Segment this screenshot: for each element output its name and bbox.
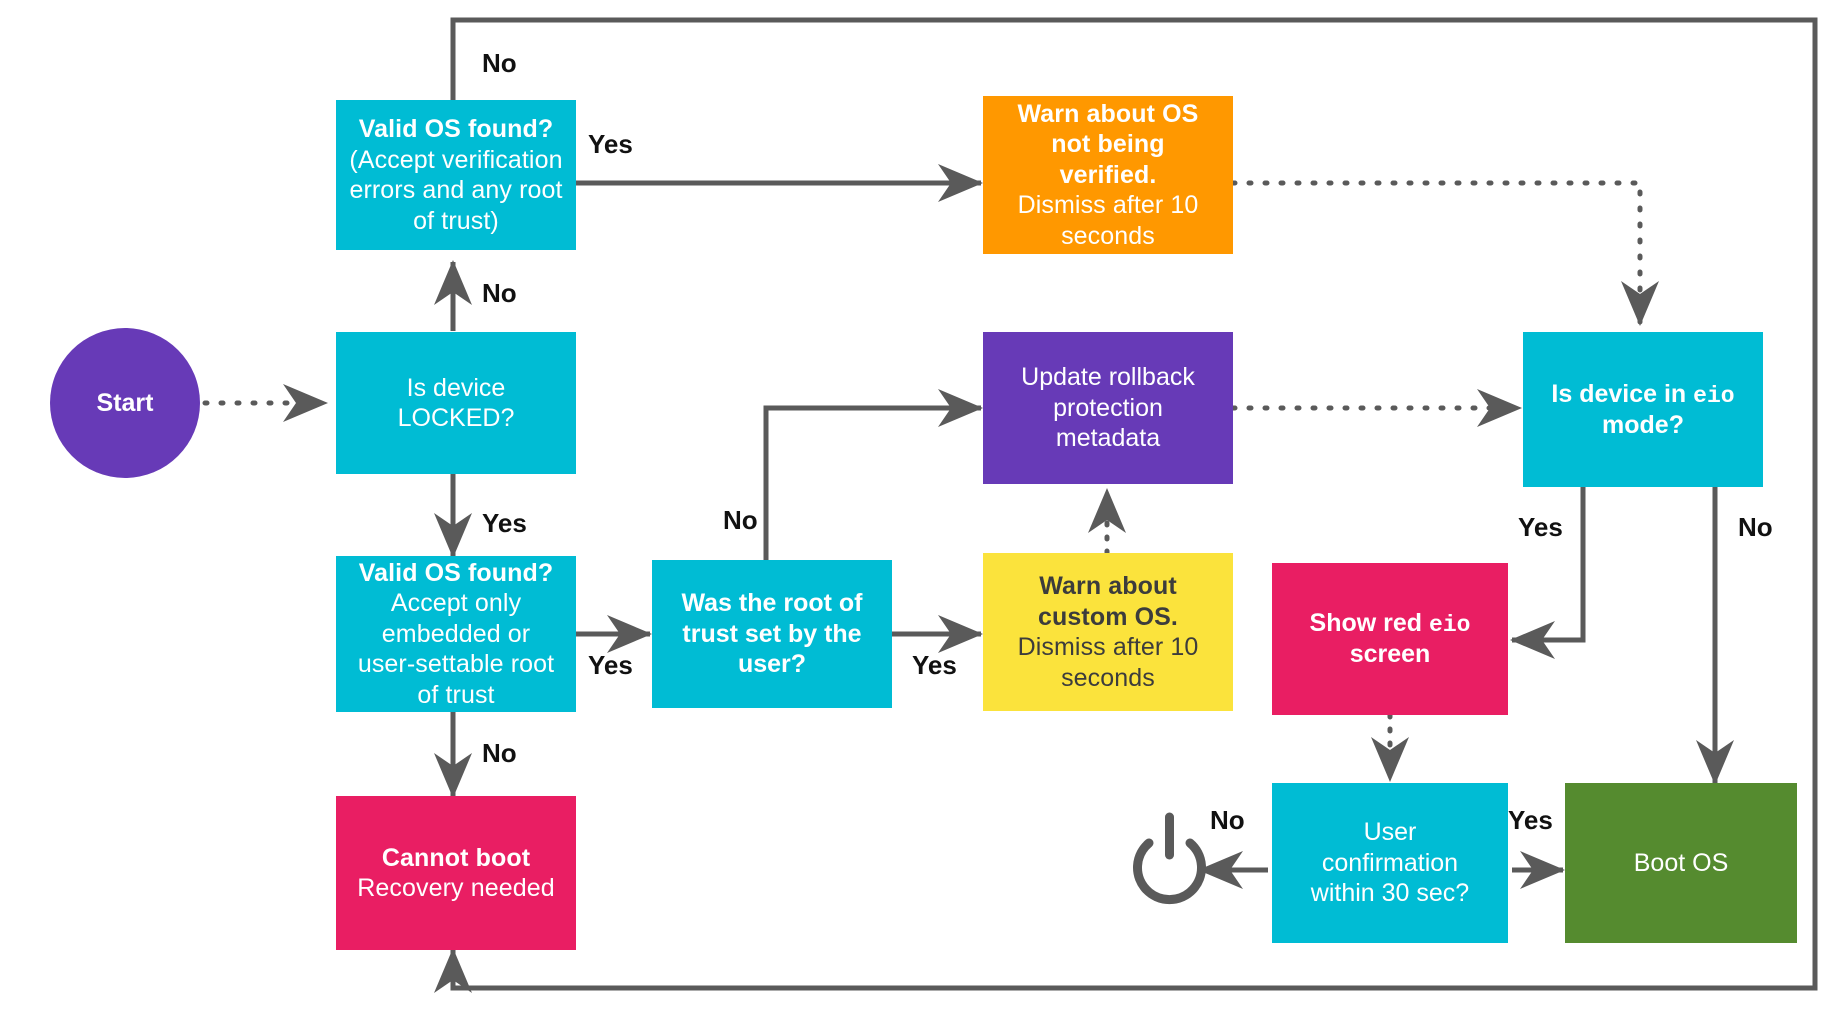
edge-eio-yes: [1510, 487, 1586, 659]
node-show-red-eio-screen-line2: screen: [1349, 640, 1431, 669]
edge-rot-no: [763, 389, 983, 560]
edge-label-locked-yes: Yes: [482, 508, 527, 538]
node-valid-os-locked[interactable]: Valid OS found? Accept only embedded or …: [336, 556, 576, 712]
edge-warn-to-eio: [1230, 180, 1659, 327]
power-off-icon: [1133, 812, 1206, 905]
red-eio-code-text: eio: [1429, 612, 1471, 639]
node-valid-os-locked-sub4: of trust: [417, 680, 495, 709]
node-root-of-trust-line2: trust set by the: [682, 619, 862, 648]
edge-label-unlocked-no-loop: No: [482, 48, 517, 78]
node-cannot-boot-sub: Recovery needed: [357, 874, 555, 902]
node-update-rollback-metadata-line3: metadata: [1055, 424, 1161, 453]
node-is-device-locked-line2: LOCKED?: [397, 404, 515, 432]
node-valid-os-unlocked-sub2: errors and any root: [349, 176, 563, 204]
edge-label-confirm-no: No: [1210, 805, 1245, 835]
node-warn-unverified-title3: verified.: [1059, 160, 1157, 189]
node-warn-custom-os-sub1: Dismiss after 10: [1017, 633, 1199, 661]
edge-label-rot-yes: Yes: [912, 650, 957, 680]
edge-label-eio-no: No: [1738, 512, 1773, 542]
node-warn-custom-os-sub2: seconds: [1061, 663, 1155, 692]
flowchart-canvas: up to Valid OS found? (unlocked) --> loo…: [0, 0, 1838, 1028]
node-valid-os-unlocked-title: Valid OS found?: [358, 115, 554, 143]
node-root-of-trust-line3: user?: [737, 650, 807, 679]
node-update-rollback-metadata-line2: protection: [1053, 393, 1163, 422]
node-root-of-trust[interactable]: Was the root of trust set by the user?: [652, 560, 892, 708]
node-update-rollback-metadata-line1: Update rollback: [1021, 363, 1195, 392]
node-valid-os-unlocked[interactable]: Valid OS found? (Accept verification err…: [336, 100, 576, 250]
node-warn-unverified-title1: Warn about OS: [1017, 99, 1199, 128]
node-boot-os[interactable]: Boot OS: [1565, 783, 1797, 943]
node-update-rollback-metadata[interactable]: Update rollback protection metadata: [983, 332, 1233, 484]
node-warn-custom-os[interactable]: Warn about custom OS. Dismiss after 10 s…: [983, 553, 1233, 711]
edge-label-rot-no: No: [723, 505, 758, 535]
node-valid-os-locked-sub3: user-settable root: [357, 650, 555, 679]
node-cannot-boot-title: Cannot boot: [381, 843, 531, 872]
node-valid-os-locked-sub1: Accept only: [390, 589, 522, 618]
node-start-label: Start: [96, 388, 154, 417]
node-valid-os-locked-sub2: embedded or: [381, 619, 531, 648]
node-valid-os-unlocked-sub1: (Accept verification: [349, 145, 563, 174]
node-warn-custom-os-title2: custom OS.: [1038, 602, 1178, 631]
node-user-confirmation[interactable]: User confirmation within 30 sec?: [1272, 783, 1508, 943]
node-is-device-in-eio-mode-line1: Is device in eio: [1551, 379, 1734, 410]
node-boot-os-label: Boot OS: [1633, 848, 1729, 877]
node-warn-unverified-title2: not being: [1051, 130, 1165, 159]
node-warn-unverified-sub2: seconds: [1061, 221, 1155, 250]
node-is-device-in-eio-mode-line2: mode?: [1602, 410, 1684, 439]
node-is-device-locked[interactable]: Is device LOCKED?: [336, 332, 576, 474]
node-start[interactable]: Start: [50, 328, 200, 478]
node-warn-unverified-sub1: Dismiss after 10: [1017, 191, 1199, 220]
node-warn-unverified[interactable]: Warn about OS not being verified. Dismis…: [983, 96, 1233, 254]
node-show-red-eio-screen[interactable]: Show red eio screen: [1272, 563, 1508, 715]
node-cannot-boot[interactable]: Cannot boot Recovery needed: [336, 796, 576, 950]
edge-label-confirm-yes: Yes: [1508, 805, 1553, 835]
edge-label-unlocked-yes: Yes: [588, 129, 633, 159]
node-show-red-eio-screen-line1: Show red eio: [1310, 608, 1471, 639]
node-is-device-in-eio-mode[interactable]: Is device in eio mode?: [1523, 332, 1763, 487]
node-valid-os-unlocked-sub3: of trust): [413, 206, 499, 235]
edge-label-eio-yes: Yes: [1518, 512, 1563, 542]
node-root-of-trust-line1: Was the root of: [681, 589, 863, 618]
edge-unlocked-no-loop: [450, 17, 1818, 100]
node-is-device-locked-line1: Is device: [406, 373, 506, 402]
eio-prefix-text: Is device in: [1551, 379, 1694, 408]
eio-code-text: eio: [1693, 382, 1735, 409]
edge-label-validos-yes: Yes: [588, 650, 633, 680]
node-user-confirmation-line2: confirmation: [1321, 848, 1459, 877]
edge-label-locked-no: No: [482, 278, 517, 308]
edge-label-validos-no: No: [482, 738, 517, 768]
node-valid-os-locked-title: Valid OS found?: [358, 558, 554, 587]
node-warn-custom-os-title1: Warn about: [1039, 572, 1177, 600]
node-user-confirmation-line3: within 30 sec?: [1310, 879, 1470, 908]
red-eio-prefix-text: Show red: [1309, 609, 1430, 638]
node-user-confirmation-line1: User: [1363, 818, 1417, 847]
